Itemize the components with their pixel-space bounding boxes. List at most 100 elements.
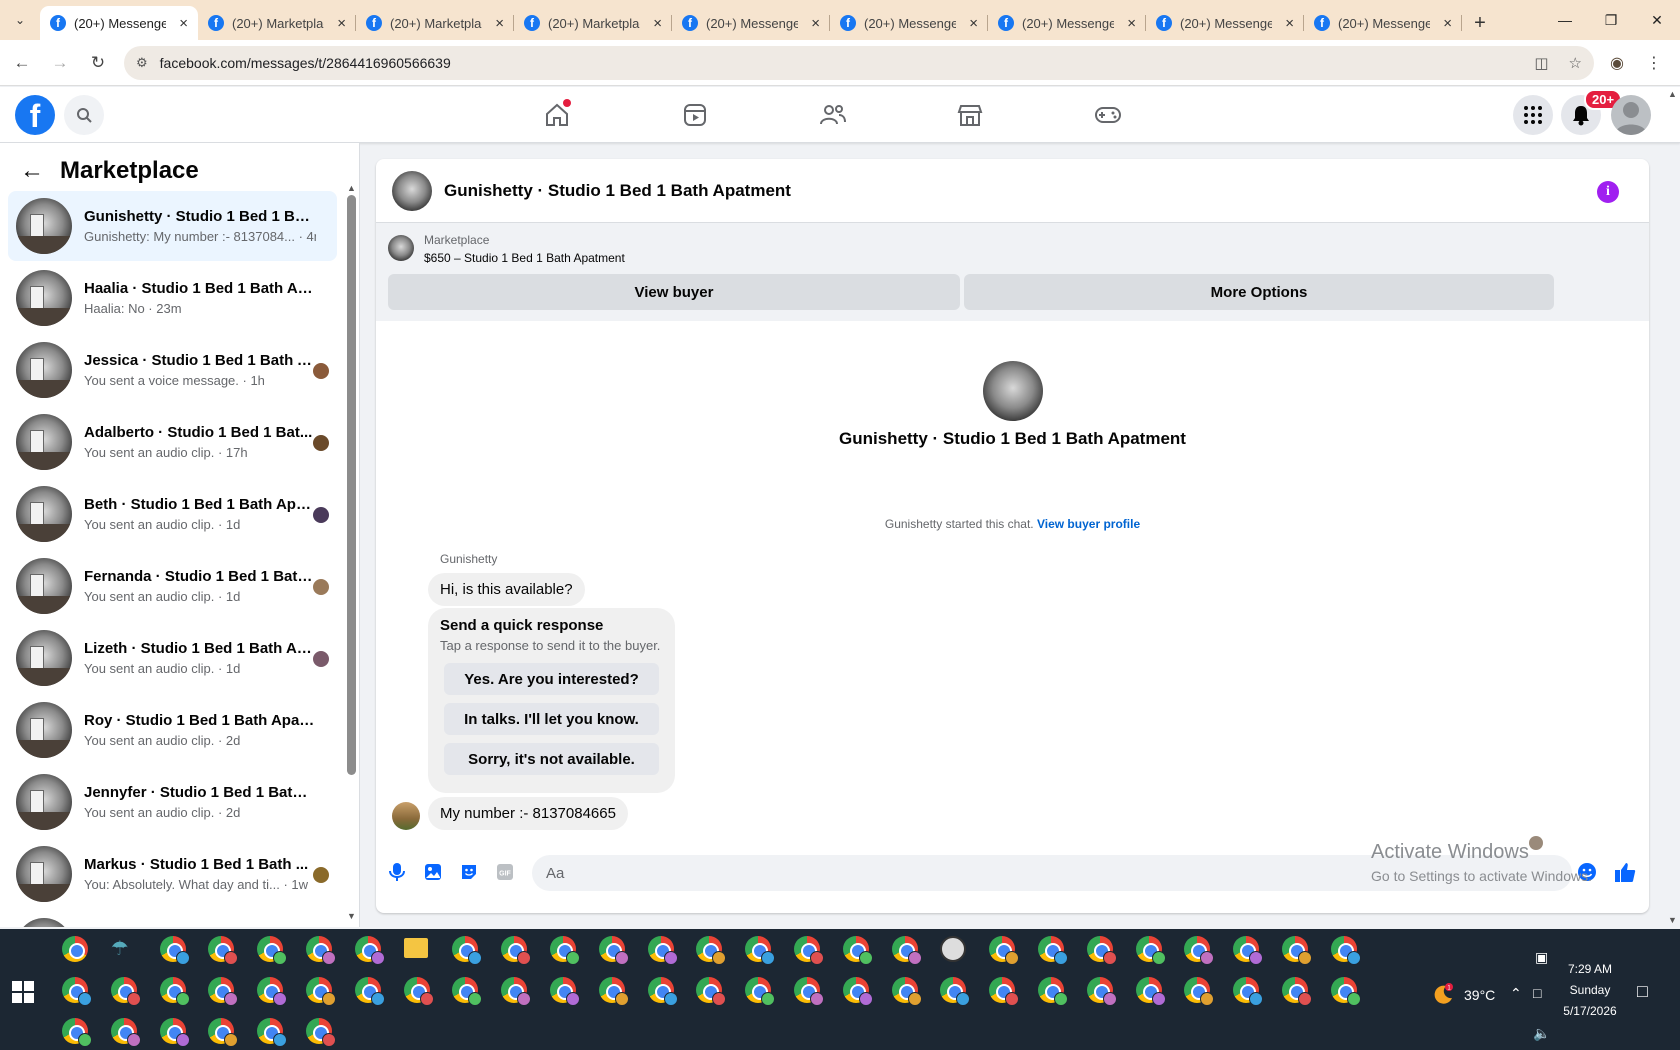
tab-close-icon[interactable]: × xyxy=(653,15,662,32)
search-icon[interactable] xyxy=(64,95,104,135)
gaming-icon[interactable] xyxy=(1078,99,1138,131)
tab-close-icon[interactable]: × xyxy=(179,15,188,32)
chrome-taskbar-icon[interactable] xyxy=(354,977,385,1006)
facebook-logo-icon[interactable]: f xyxy=(15,95,55,135)
chrome-taskbar-icon[interactable] xyxy=(208,1018,239,1047)
chrome-taskbar-icon[interactable] xyxy=(1086,977,1117,1006)
reload-icon[interactable]: ↻ xyxy=(82,47,114,79)
tray-chevron-icon[interactable]: ⌃ xyxy=(1510,985,1522,1002)
back-icon[interactable]: ← xyxy=(6,47,38,79)
gif-icon[interactable]: GIF xyxy=(494,861,516,883)
chrome-taskbar-icon[interactable] xyxy=(452,977,483,1006)
browser-tab[interactable]: f (20+) Marketplace × xyxy=(356,6,514,40)
tab-close-icon[interactable]: × xyxy=(337,15,346,32)
tab-close-icon[interactable]: × xyxy=(1127,15,1136,32)
chrome-taskbar-icon[interactable] xyxy=(501,936,532,965)
chrome-taskbar-icon[interactable] xyxy=(306,977,336,1006)
chrome-taskbar-icon[interactable] xyxy=(842,936,873,965)
conversation-item[interactable]: Roy · Studio 1 Bed 1 Bath Apatm... You se… xyxy=(8,695,337,765)
page-scroll-down-icon[interactable]: ▼ xyxy=(1665,915,1680,925)
chrome-taskbar-icon[interactable] xyxy=(62,977,92,1006)
new-tab-button[interactable]: + xyxy=(1462,6,1498,40)
view-buyer-profile-link[interactable]: View buyer profile xyxy=(1037,517,1140,531)
bookmark-star-icon[interactable]: ☆ xyxy=(1569,54,1582,72)
chrome-taskbar-icon[interactable] xyxy=(1086,936,1117,965)
microphone-icon[interactable] xyxy=(386,861,408,883)
browser-tab[interactable]: f (20+) Marketplace × xyxy=(514,6,672,40)
quick-response-option[interactable]: Sorry, it's not available. xyxy=(444,743,659,775)
chrome-taskbar-icon[interactable] xyxy=(647,977,678,1006)
browser-tab[interactable]: f (20+) Messenger × xyxy=(988,6,1146,40)
listing-price-title[interactable]: $650 – Studio 1 Bed 1 Bath Apatment xyxy=(424,251,625,265)
sidebar-scrollbar[interactable] xyxy=(347,195,356,775)
install-app-icon[interactable]: ◫ xyxy=(1534,54,1548,72)
home-icon[interactable] xyxy=(527,99,587,131)
chrome-taskbar-icon[interactable] xyxy=(257,977,288,1006)
chrome-taskbar-icon[interactable] xyxy=(159,936,190,965)
chrome-taskbar-icon[interactable] xyxy=(1282,936,1312,965)
clock-app-icon[interactable] xyxy=(940,936,967,962)
scroll-up-arrow-icon[interactable]: ▲ xyxy=(347,183,356,193)
minimize-icon[interactable]: — xyxy=(1542,0,1588,40)
chrome-taskbar-icon[interactable] xyxy=(989,977,1020,1006)
more-options-button[interactable]: More Options xyxy=(964,274,1554,310)
chrome-taskbar-icon[interactable] xyxy=(1233,936,1264,965)
chrome-taskbar-icon[interactable] xyxy=(1282,977,1312,1006)
tab-close-icon[interactable]: × xyxy=(969,15,978,32)
chrome-taskbar-icon[interactable] xyxy=(842,977,873,1006)
chrome-taskbar-icon[interactable] xyxy=(745,936,776,965)
omnibox[interactable]: ⚙ facebook.com/messages/t/28644169605666… xyxy=(124,45,1594,80)
video-icon[interactable] xyxy=(665,99,725,131)
browser-tab[interactable]: f (20+) Messenger × xyxy=(1304,6,1462,40)
chrome-taskbar-icon[interactable] xyxy=(696,936,727,965)
page-scrollbar[interactable]: ▲ ▼ xyxy=(1665,87,1680,927)
chrome-taskbar-icon[interactable] xyxy=(306,1018,336,1047)
browser-tab[interactable]: f (20+) Messenger × xyxy=(1146,6,1304,40)
chrome-taskbar-icon[interactable] xyxy=(62,1018,92,1047)
quick-response-option[interactable]: In talks. I'll let you know. xyxy=(444,703,659,735)
chrome-taskbar-icon[interactable] xyxy=(891,936,922,965)
chrome-taskbar-icon[interactable] xyxy=(598,936,629,965)
conversation-item[interactable]: Jessica · Studio 1 Bed 1 Bath A... You se… xyxy=(8,335,337,405)
windows-start-icon[interactable] xyxy=(12,981,34,1003)
chrome-taskbar-icon[interactable] xyxy=(159,977,190,1006)
tab-close-icon[interactable]: × xyxy=(1443,15,1452,32)
chrome-taskbar-icon[interactable] xyxy=(306,936,336,965)
chrome-taskbar-icon[interactable] xyxy=(354,936,385,965)
file-explorer-icon[interactable] xyxy=(403,938,428,958)
thumbs-up-icon[interactable] xyxy=(1614,861,1636,883)
chrome-taskbar-icon[interactable] xyxy=(940,977,971,1006)
weather-temperature[interactable]: 39°C xyxy=(1464,987,1495,1003)
chrome-taskbar-icon[interactable] xyxy=(1135,936,1166,965)
photo-icon[interactable] xyxy=(422,861,444,883)
chrome-taskbar-icon[interactable] xyxy=(1135,977,1166,1006)
chrome-taskbar-icon[interactable] xyxy=(647,936,678,965)
conversation-item[interactable]: Adalberto · Studio 1 Bed 1 Bat... You sen… xyxy=(8,407,337,477)
forward-icon[interactable]: → xyxy=(44,47,76,79)
tab-close-icon[interactable]: × xyxy=(495,15,504,32)
tab-close-icon[interactable]: × xyxy=(811,15,820,32)
chrome-taskbar-icon[interactable] xyxy=(1038,977,1068,1006)
volume-icon[interactable]: 🔈 xyxy=(1533,1025,1550,1042)
chrome-taskbar-icon[interactable] xyxy=(1184,936,1215,965)
chrome-taskbar-icon[interactable] xyxy=(1330,936,1361,965)
profile-icon[interactable]: ◉ xyxy=(1610,53,1624,73)
conversation-item[interactable]: Haalia · Studio 1 Bed 1 Bath Apat... Haal… xyxy=(8,263,337,333)
conversation-item[interactable]: Fernanda · Studio 1 Bed 1 Bath... You sen… xyxy=(8,551,337,621)
scroll-down-arrow-icon[interactable]: ▼ xyxy=(347,911,356,921)
chrome-taskbar-icon[interactable] xyxy=(452,936,483,965)
chrome-taskbar-icon[interactable] xyxy=(208,936,239,965)
paint-app-icon[interactable]: ☂ xyxy=(111,936,137,962)
view-buyer-button[interactable]: View buyer xyxy=(388,274,960,310)
close-window-icon[interactable]: ✕ xyxy=(1634,0,1680,40)
sticker-icon[interactable] xyxy=(458,861,480,883)
chrome-taskbar-icon[interactable] xyxy=(159,1018,190,1047)
chrome-taskbar-icon[interactable] xyxy=(110,1018,141,1047)
chrome-taskbar-icon[interactable] xyxy=(1038,936,1068,965)
browser-tab[interactable]: f (20+) Messenger × xyxy=(672,6,830,40)
chrome-taskbar-icon[interactable] xyxy=(257,1018,288,1047)
chrome-taskbar-icon[interactable] xyxy=(403,977,434,1006)
conversation-item[interactable]: Beth · Studio 1 Bed 1 Bath Apa... You sen… xyxy=(8,479,337,549)
chrome-taskbar-icon[interactable] xyxy=(794,977,824,1006)
weather-icon[interactable]: 1 xyxy=(1432,983,1454,1005)
